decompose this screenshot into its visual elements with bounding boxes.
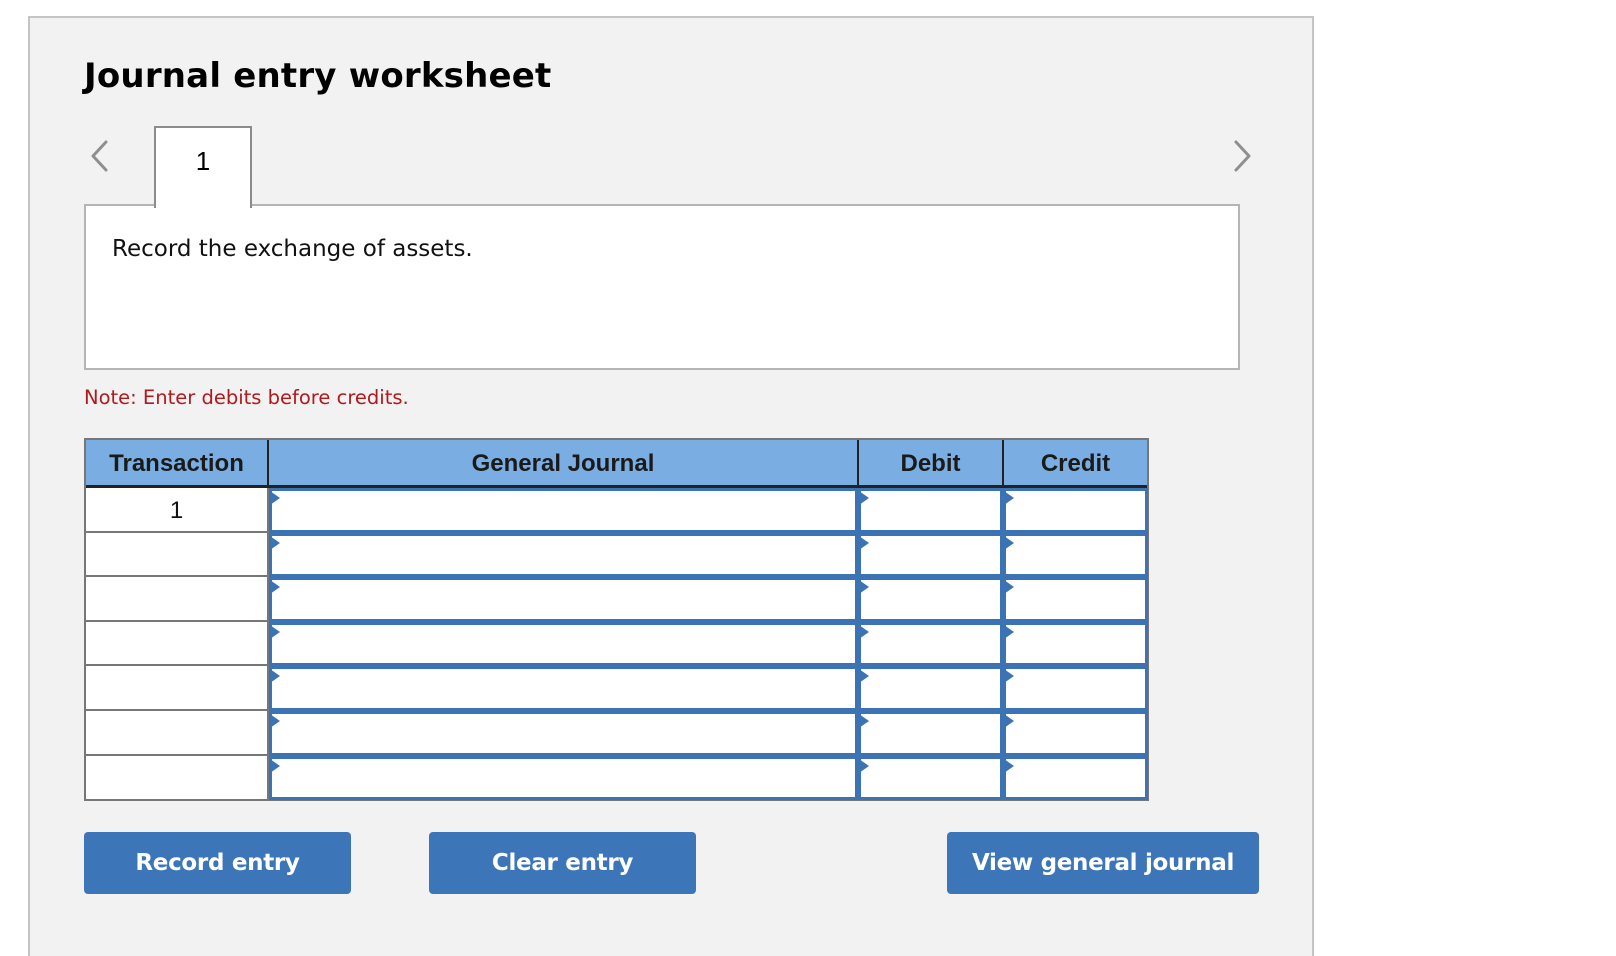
view-general-journal-button[interactable]: View general journal: [947, 832, 1259, 894]
debit-cell[interactable]: [858, 621, 1003, 667]
general-journal-cell[interactable]: [269, 666, 858, 711]
transaction-cell: 1: [86, 488, 267, 533]
debit-cell[interactable]: [858, 488, 1003, 533]
transaction-description: Record the exchange of assets.: [112, 236, 473, 262]
credit-input[interactable]: [1006, 758, 1145, 798]
general-journal-input[interactable]: [272, 714, 855, 753]
credit-cell[interactable]: [1003, 711, 1148, 756]
credit-cell[interactable]: [1003, 621, 1148, 667]
debit-input[interactable]: [861, 491, 1000, 530]
column-header-general-journal: General Journal: [267, 440, 857, 485]
general-journal-cell[interactable]: [269, 755, 858, 801]
clear-entry-button[interactable]: Clear entry: [429, 832, 696, 894]
journal-entry-table: Transaction General Journal Debit Credit…: [84, 438, 1149, 801]
table-row: 1: [86, 488, 1148, 533]
credit-cell[interactable]: [1003, 666, 1148, 711]
table-header: Transaction General Journal Debit Credit: [86, 440, 1147, 488]
debit-input[interactable]: [861, 758, 1000, 798]
debit-input[interactable]: [861, 580, 1000, 619]
table-row: [86, 711, 1148, 756]
credit-input[interactable]: [1006, 535, 1145, 575]
general-journal-input[interactable]: [272, 580, 855, 619]
page-title: Journal entry worksheet: [84, 56, 552, 96]
table-row: [86, 577, 1148, 622]
general-journal-input[interactable]: [272, 758, 855, 798]
next-tab-button[interactable]: [1230, 138, 1254, 174]
debit-input[interactable]: [861, 714, 1000, 753]
transaction-cell: [86, 756, 267, 801]
table-row: [86, 755, 1148, 801]
general-journal-cell[interactable]: [269, 488, 858, 533]
debit-cell[interactable]: [858, 532, 1003, 578]
general-journal-cell[interactable]: [269, 532, 858, 578]
credit-cell[interactable]: [1003, 755, 1148, 801]
general-journal-input[interactable]: [272, 624, 855, 664]
credit-input[interactable]: [1006, 580, 1145, 619]
transaction-cell: [86, 533, 267, 578]
instruction-note: Note: Enter debits before credits.: [84, 386, 409, 409]
credit-cell[interactable]: [1003, 488, 1148, 533]
general-journal-input[interactable]: [272, 669, 855, 708]
tab-1[interactable]: 1: [154, 126, 252, 208]
general-journal-input[interactable]: [272, 491, 855, 530]
debit-input[interactable]: [861, 669, 1000, 708]
debit-input[interactable]: [861, 624, 1000, 664]
column-divider: [267, 488, 269, 799]
record-entry-button[interactable]: Record entry: [84, 832, 351, 894]
transaction-cell: [86, 577, 267, 622]
general-journal-input[interactable]: [272, 535, 855, 575]
column-header-credit: Credit: [1002, 440, 1147, 485]
table-row: [86, 621, 1148, 667]
debit-cell[interactable]: [858, 711, 1003, 756]
transaction-cell: [86, 711, 267, 756]
column-header-transaction: Transaction: [109, 450, 244, 477]
debit-cell[interactable]: [858, 755, 1003, 801]
credit-cell[interactable]: [1003, 577, 1148, 622]
chevron-right-icon: [1234, 140, 1251, 172]
table-row: [86, 532, 1148, 578]
general-journal-cell[interactable]: [269, 577, 858, 622]
transaction-cell: [86, 622, 267, 667]
credit-input[interactable]: [1006, 624, 1145, 664]
previous-tab-button[interactable]: [88, 138, 112, 174]
debit-cell[interactable]: [858, 577, 1003, 622]
credit-input[interactable]: [1006, 669, 1145, 708]
credit-input[interactable]: [1006, 491, 1145, 530]
credit-input[interactable]: [1006, 714, 1145, 753]
tab-label: 1: [195, 146, 211, 176]
debit-cell[interactable]: [858, 666, 1003, 711]
debit-input[interactable]: [861, 535, 1000, 575]
column-header-debit: Debit: [857, 440, 1002, 485]
general-journal-cell[interactable]: [269, 621, 858, 667]
chevron-left-icon: [91, 140, 108, 172]
credit-cell[interactable]: [1003, 532, 1148, 578]
table-row: [86, 666, 1148, 711]
transaction-cell: [86, 666, 267, 711]
transaction-description-box: Record the exchange of assets.: [84, 204, 1240, 370]
general-journal-cell[interactable]: [269, 711, 858, 756]
